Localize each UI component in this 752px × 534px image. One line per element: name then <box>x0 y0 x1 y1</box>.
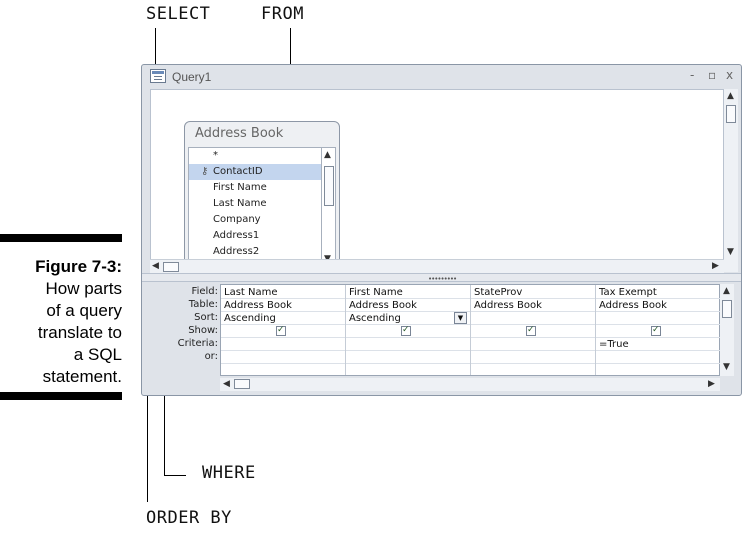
row-label-field: Field: <box>191 286 218 297</box>
table-pane-hscrollbar[interactable]: ◀ ▶ <box>150 259 724 273</box>
caption-line: statement. <box>42 367 122 386</box>
criteria-cell[interactable] <box>471 338 595 351</box>
field-cell[interactable]: Last Name <box>221 286 345 299</box>
table-title: Address Book <box>195 126 284 141</box>
table-cell[interactable]: Address Book <box>596 299 720 312</box>
scroll-right-icon[interactable]: ▶ <box>708 379 715 389</box>
row-label-table: Table: <box>188 299 218 310</box>
order-by-label: ORDER BY <box>146 508 232 528</box>
close-button[interactable]: x <box>726 68 733 82</box>
criteria-cell[interactable] <box>221 338 345 351</box>
show-checkbox[interactable] <box>651 324 661 337</box>
or-cell[interactable] <box>346 351 470 364</box>
grid-column-last-name[interactable]: Last Name Address Book Ascending <box>221 285 346 375</box>
table-pane-vscrollbar[interactable]: ▲ ▼ <box>724 89 738 272</box>
or-cell[interactable] <box>471 351 595 364</box>
show-cell[interactable] <box>346 324 470 338</box>
show-cell[interactable] <box>471 324 595 338</box>
scroll-thumb[interactable] <box>726 105 736 123</box>
restore-button[interactable]: ▫ <box>708 68 716 82</box>
field-list-scrollbar[interactable]: ▲ ▼ <box>322 147 336 267</box>
table-cell[interactable]: Address Book <box>346 299 470 312</box>
design-grid-area: Field: Table: Sort: Show: Criteria: or: … <box>150 284 738 392</box>
scroll-right-icon[interactable]: ▶ <box>712 261 719 271</box>
field-cell[interactable]: Tax Exempt <box>596 286 720 299</box>
show-checkbox[interactable] <box>526 324 536 337</box>
field-list-item[interactable]: Address2 <box>189 244 321 260</box>
scroll-thumb[interactable] <box>324 166 334 206</box>
scroll-thumb[interactable] <box>234 379 250 389</box>
window-title: Query1 <box>172 70 212 84</box>
table-cell[interactable]: Address Book <box>471 299 595 312</box>
row-label-show: Show: <box>188 325 218 336</box>
scroll-left-icon[interactable]: ◀ <box>152 261 159 271</box>
scroll-thumb[interactable] <box>163 262 179 272</box>
from-label: FROM <box>261 4 304 24</box>
scroll-thumb[interactable] <box>722 300 732 318</box>
figure-caption: Figure 7-3: How parts of a query transla… <box>0 256 122 388</box>
field-cell[interactable]: First Name <box>346 286 470 299</box>
query-window: Query1 - ▫ x Address Book * ⚷ ContactID … <box>141 64 742 396</box>
chevron-down-icon[interactable]: ▼ <box>454 312 467 324</box>
select-label: SELECT <box>146 4 211 24</box>
show-checkbox[interactable] <box>276 324 286 337</box>
caption-bar-top <box>0 234 122 242</box>
scroll-up-icon[interactable]: ▲ <box>723 286 730 296</box>
row-label-or: or: <box>204 351 218 362</box>
scroll-down-icon[interactable]: ▼ <box>723 362 730 372</box>
window-titlebar[interactable]: Query1 - ▫ x <box>142 65 741 89</box>
pane-splitter[interactable]: ••••••••• <box>142 273 741 283</box>
caption-line: of a query <box>46 301 122 320</box>
grid-column-first-name[interactable]: First Name Address Book Ascending ▼ <box>346 285 471 375</box>
field-list-item[interactable]: * <box>189 148 321 164</box>
where-callout-tick-bottom <box>164 475 186 476</box>
field-list-item[interactable]: First Name <box>189 180 321 196</box>
where-label: WHERE <box>202 463 256 483</box>
field-list-item[interactable]: Address1 <box>189 228 321 244</box>
field-cell[interactable]: StateProv <box>471 286 595 299</box>
minimize-button[interactable]: - <box>690 68 694 82</box>
table-cell[interactable]: Address Book <box>221 299 345 312</box>
grid-hscrollbar[interactable]: ◀ ▶ <box>220 378 720 391</box>
field-list[interactable]: * ⚷ ContactID First Name Last Name Compa… <box>188 147 322 267</box>
field-list-item-selected[interactable]: ⚷ ContactID <box>189 164 321 180</box>
query-icon <box>150 69 166 83</box>
design-grid[interactable]: Last Name Address Book Ascending First N… <box>220 284 721 376</box>
table-pane[interactable]: Address Book * ⚷ ContactID First Name La… <box>150 89 724 272</box>
caption-line: How parts <box>45 279 122 298</box>
field-list-item[interactable]: Company <box>189 212 321 228</box>
field-list-item[interactable]: Last Name <box>189 196 321 212</box>
caption-line: a SQL <box>73 345 122 364</box>
caption-line: translate to <box>37 323 122 342</box>
sort-value: Ascending <box>349 313 401 324</box>
show-cell[interactable] <box>221 324 345 338</box>
field-name: ContactID <box>213 166 263 177</box>
primary-key-icon: ⚷ <box>201 166 209 177</box>
scroll-up-icon[interactable]: ▲ <box>727 91 734 101</box>
scroll-down-icon[interactable]: ▼ <box>727 247 734 257</box>
address-book-table[interactable]: Address Book * ⚷ ContactID First Name La… <box>184 121 340 270</box>
scroll-up-icon[interactable]: ▲ <box>324 150 331 160</box>
show-cell[interactable] <box>596 324 720 338</box>
caption-bar-bottom <box>0 392 122 400</box>
or-cell[interactable] <box>596 351 720 364</box>
scroll-left-icon[interactable]: ◀ <box>223 379 230 389</box>
or-cell[interactable] <box>221 351 345 364</box>
row-label-sort: Sort: <box>194 312 218 323</box>
splitter-grip-icon: ••••••••• <box>428 275 457 283</box>
grid-vscrollbar[interactable]: ▲ ▼ <box>720 284 734 376</box>
show-checkbox[interactable] <box>401 324 411 337</box>
criteria-cell[interactable]: =True <box>596 338 720 351</box>
criteria-cell[interactable] <box>346 338 470 351</box>
figure-number: Figure 7-3: <box>35 257 122 276</box>
row-label-criteria: Criteria: <box>177 338 218 349</box>
grid-column-stateprov[interactable]: StateProv Address Book <box>471 285 596 375</box>
grid-column-tax-exempt[interactable]: Tax Exempt Address Book =True <box>596 285 721 375</box>
